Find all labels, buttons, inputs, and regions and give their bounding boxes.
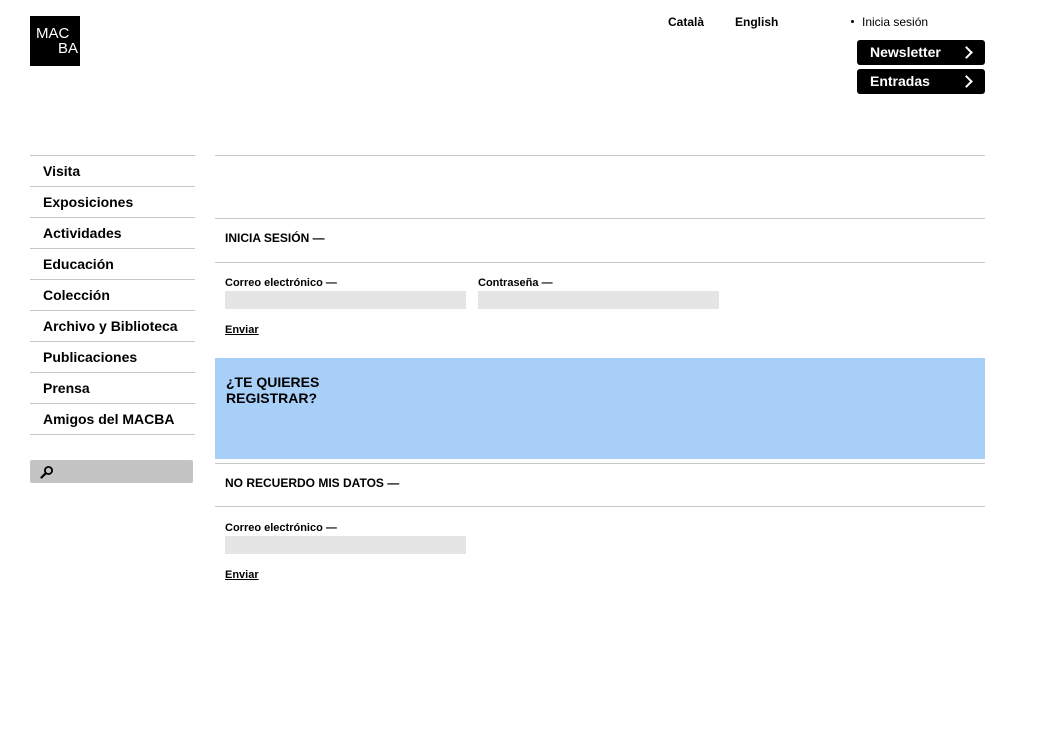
register-title: ¿TE QUIERES REGISTRAR? (226, 374, 320, 406)
recover-email-label: Correo electrónico — (225, 522, 337, 534)
register-box[interactable]: ¿TE QUIERES REGISTRAR? (215, 358, 985, 459)
nav-item-coleccion[interactable]: Colección (30, 280, 195, 311)
nav-item-visita[interactable]: Visita (30, 156, 195, 187)
divider (215, 155, 985, 156)
main-nav: Visita Exposiciones Actividades Educació… (30, 155, 195, 435)
logo-line-2: BA (58, 40, 79, 57)
divider (215, 218, 985, 219)
divider (215, 506, 985, 507)
logo-line-1: MAC (36, 25, 70, 42)
nav-item-actividades[interactable]: Actividades (30, 218, 195, 249)
recover-email-input[interactable] (225, 536, 466, 554)
divider (215, 262, 985, 263)
login-submit-link[interactable]: Enviar (225, 324, 259, 336)
nav-item-prensa[interactable]: Prensa (30, 373, 195, 404)
lang-english-link[interactable]: English (735, 15, 778, 29)
bullet-icon (851, 20, 854, 24)
chevron-right-icon (960, 46, 973, 59)
divider (215, 463, 985, 464)
login-email-input[interactable] (225, 291, 466, 309)
nav-item-exposiciones[interactable]: Exposiciones (30, 187, 195, 218)
lang-catala-link[interactable]: Català (668, 15, 704, 29)
newsletter-button[interactable]: Newsletter (857, 40, 985, 65)
login-password-input[interactable] (478, 291, 719, 309)
chevron-right-icon (960, 75, 973, 88)
nav-item-educacion[interactable]: Educación (30, 249, 195, 280)
login-email-label: Correo electrónico — (225, 277, 337, 289)
nav-item-archivo-biblioteca[interactable]: Archivo y Biblioteca (30, 311, 195, 342)
recover-submit-link[interactable]: Enviar (225, 569, 259, 581)
search-input[interactable] (58, 460, 188, 483)
nav-item-publicaciones[interactable]: Publicaciones (30, 342, 195, 373)
tickets-button[interactable]: Entradas (857, 69, 985, 94)
search-icon[interactable] (40, 465, 54, 479)
nav-item-amigos[interactable]: Amigos del MACBA (30, 404, 195, 435)
login-section-title: INICIA SESIÓN — (225, 231, 325, 245)
login-link-label: Inicia sesión (862, 15, 929, 29)
recover-section-title: NO RECUERDO MIS DATOS — (225, 476, 400, 490)
macba-logo[interactable]: MAC BA (30, 16, 80, 66)
tickets-button-label: Entradas (870, 73, 930, 89)
newsletter-button-label: Newsletter (870, 44, 941, 60)
search-box[interactable] (30, 460, 193, 483)
login-link[interactable]: Inicia sesión (851, 15, 928, 29)
login-password-label: Contraseña — (478, 277, 553, 289)
